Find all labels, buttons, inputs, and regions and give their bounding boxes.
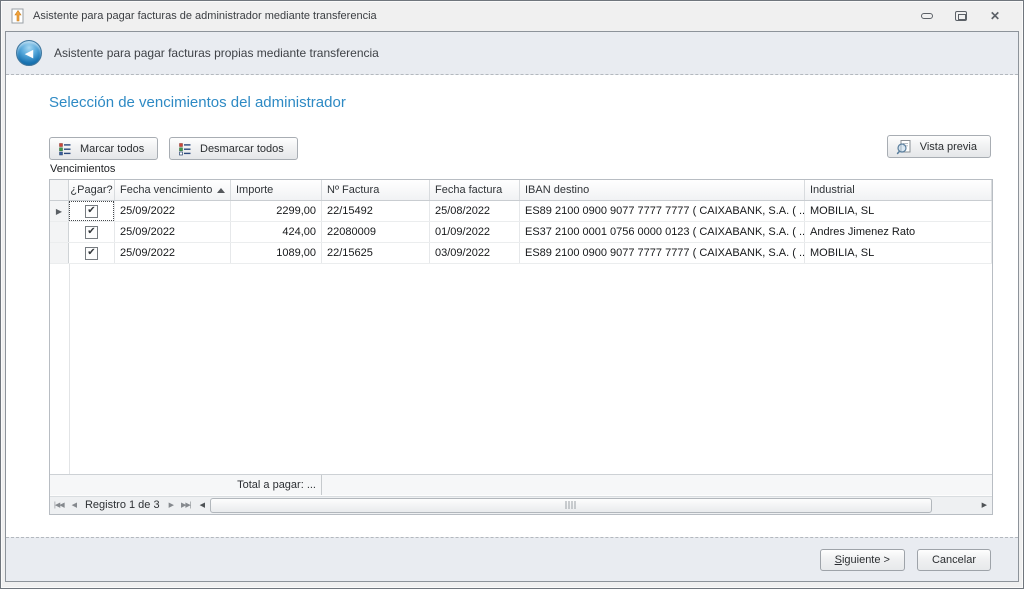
minimize-button[interactable] <box>917 8 937 24</box>
maximize-button[interactable] <box>951 8 971 24</box>
num-factura-cell: 22/15492 <box>322 201 430 221</box>
checkmark-icon: ✔ <box>87 226 96 237</box>
pagar-checkbox[interactable]: ✔ <box>85 246 98 260</box>
preview-button[interactable]: Vista previa <box>886 135 991 158</box>
current-row-indicator-icon: ▶ <box>55 206 63 216</box>
app-icon <box>11 8 24 24</box>
num-factura-cell: 22/15625 <box>322 243 430 263</box>
mark-all-button[interactable]: Marcar todos <box>49 137 159 160</box>
record-navigator: |◀◀ ◀ Registro 1 de 3 ▶ ▶▶| ◀ ▶ <box>50 495 992 514</box>
focused-cell: ✔ <box>69 201 114 221</box>
previous-record-button[interactable]: ◀ <box>68 501 80 509</box>
maximize-icon <box>955 11 967 21</box>
back-icon: ◀ <box>24 47 34 60</box>
table-row[interactable]: ✔ 25/09/2022 424,00 22080009 01/09/2022 … <box>50 222 992 243</box>
total-a-pagar: Total a pagar: ... <box>50 475 322 495</box>
wizard-panel: ◀ Asistente para pagar facturas propias … <box>5 31 1019 582</box>
row-indicator-cell <box>50 222 69 242</box>
sort-ascending-icon <box>217 187 225 193</box>
column-header-importe[interactable]: Importe <box>231 180 322 200</box>
wizard-content: Selección de vencimientos del administra… <box>6 75 1018 536</box>
industrial-cell: Andres Jimenez Rato <box>805 222 992 242</box>
checklist-icon <box>179 142 191 155</box>
iban-cell: ES37 2100 0001 0756 0000 0123 ( CAIXABAN… <box>520 222 805 242</box>
row-indicator-cell: ▶ <box>50 201 69 221</box>
column-header-fecha-factura[interactable]: Fecha factura <box>430 180 520 200</box>
pagar-checkbox[interactable]: ✔ <box>85 204 98 218</box>
column-header-pagar[interactable]: ¿Pagar? <box>69 180 115 200</box>
grid-summary-footer: Total a pagar: ... <box>50 474 992 495</box>
scroll-right-button[interactable]: ▶ <box>977 501 992 509</box>
grid-header-row: ¿Pagar? Fecha vencimiento Importe Nº Fac… <box>50 180 992 201</box>
fecha-factura-cell: 03/09/2022 <box>430 243 520 263</box>
column-header-num-factura[interactable]: Nº Factura <box>322 180 430 200</box>
fecha-vencimiento-cell: 25/09/2022 <box>115 222 231 242</box>
column-header-iban[interactable]: IBAN destino <box>520 180 805 200</box>
next-button[interactable]: Siguiente > <box>819 548 905 571</box>
importe-cell: 424,00 <box>231 222 322 242</box>
window-title: Asistente para pagar facturas de adminis… <box>33 10 377 22</box>
last-record-button[interactable]: ▶▶| <box>177 501 195 509</box>
fecha-factura-cell: 01/09/2022 <box>430 222 520 242</box>
wizard-window: Asistente para pagar facturas de adminis… <box>0 0 1024 589</box>
next-record-button[interactable]: ▶ <box>165 501 177 509</box>
table-row[interactable]: ✔ 25/09/2022 1089,00 22/15625 03/09/2022… <box>50 243 992 264</box>
importe-cell: 1089,00 <box>231 243 322 263</box>
window-controls: ✕ <box>917 8 1015 24</box>
column-header-industrial[interactable]: Industrial <box>805 180 992 200</box>
importe-cell: 2299,00 <box>231 201 322 221</box>
preview-label: Vista previa <box>919 140 977 153</box>
cancel-button-label: Cancelar <box>931 553 976 566</box>
pagar-cell: ✔ <box>69 243 115 263</box>
pagar-cell: ✔ <box>69 222 115 242</box>
column-header-fecha-vencimiento[interactable]: Fecha vencimiento <box>115 180 231 200</box>
header-indicator-cell <box>50 180 69 200</box>
industrial-cell: MOBILIA, SL <box>805 243 992 263</box>
scroll-left-button[interactable]: ◀ <box>195 501 210 509</box>
vencimientos-grid: ¿Pagar? Fecha vencimiento Importe Nº Fac… <box>49 179 993 515</box>
unmark-all-label: Desmarcar todos <box>200 142 284 155</box>
mark-all-label: Marcar todos <box>80 142 145 155</box>
grid-caption: Vencimientos <box>50 163 116 175</box>
scrollbar-grip-icon <box>565 501 577 509</box>
close-button[interactable]: ✕ <box>985 8 1005 24</box>
print-preview-icon <box>896 139 911 154</box>
checkmark-icon: ✔ <box>87 247 96 258</box>
pagar-checkbox[interactable]: ✔ <box>85 225 98 239</box>
wizard-header: ◀ Asistente para pagar facturas propias … <box>6 32 1018 75</box>
pagar-cell: ✔ <box>69 201 115 221</box>
iban-cell: ES89 2100 0900 9077 7777 7777 ( CAIXABAN… <box>520 243 805 263</box>
dialog-footer: Siguiente > Cancelar <box>6 537 1018 581</box>
grid-empty-area <box>50 264 992 474</box>
minimize-icon <box>921 13 933 19</box>
page-title: Selección de vencimientos del administra… <box>49 94 346 111</box>
scrollbar-thumb[interactable] <box>209 497 932 513</box>
row-indicator-cell <box>50 243 69 263</box>
titlebar: Asistente para pagar facturas de adminis… <box>1 1 1023 31</box>
fecha-factura-cell: 25/08/2022 <box>430 201 520 221</box>
num-factura-cell: 22080009 <box>322 222 430 242</box>
close-icon: ✕ <box>989 9 1001 23</box>
iban-cell: ES89 2100 0900 9077 7777 7777 ( CAIXABAN… <box>520 201 805 221</box>
fecha-vencimiento-cell: 25/09/2022 <box>115 243 231 263</box>
back-button[interactable]: ◀ <box>16 40 42 66</box>
record-count-label: Registro 1 de 3 <box>84 499 160 511</box>
table-row[interactable]: ▶ ✔ 25/09/2022 2299,00 22/15492 25/08/20… <box>50 201 992 222</box>
checklist-icon <box>59 142 71 155</box>
industrial-cell: MOBILIA, SL <box>805 201 992 221</box>
horizontal-scrollbar: ◀ ▶ <box>195 496 992 514</box>
fecha-vencimiento-cell: 25/09/2022 <box>115 201 231 221</box>
unmark-all-button[interactable]: Desmarcar todos <box>169 137 298 160</box>
wizard-header-title: Asistente para pagar facturas propias me… <box>54 46 379 60</box>
cancel-button[interactable]: Cancelar <box>916 548 991 571</box>
checkmark-icon: ✔ <box>87 205 96 216</box>
first-record-button[interactable]: |◀◀ <box>50 501 68 509</box>
scrollbar-track[interactable] <box>932 496 977 514</box>
next-button-label: Siguiente > <box>834 553 890 566</box>
